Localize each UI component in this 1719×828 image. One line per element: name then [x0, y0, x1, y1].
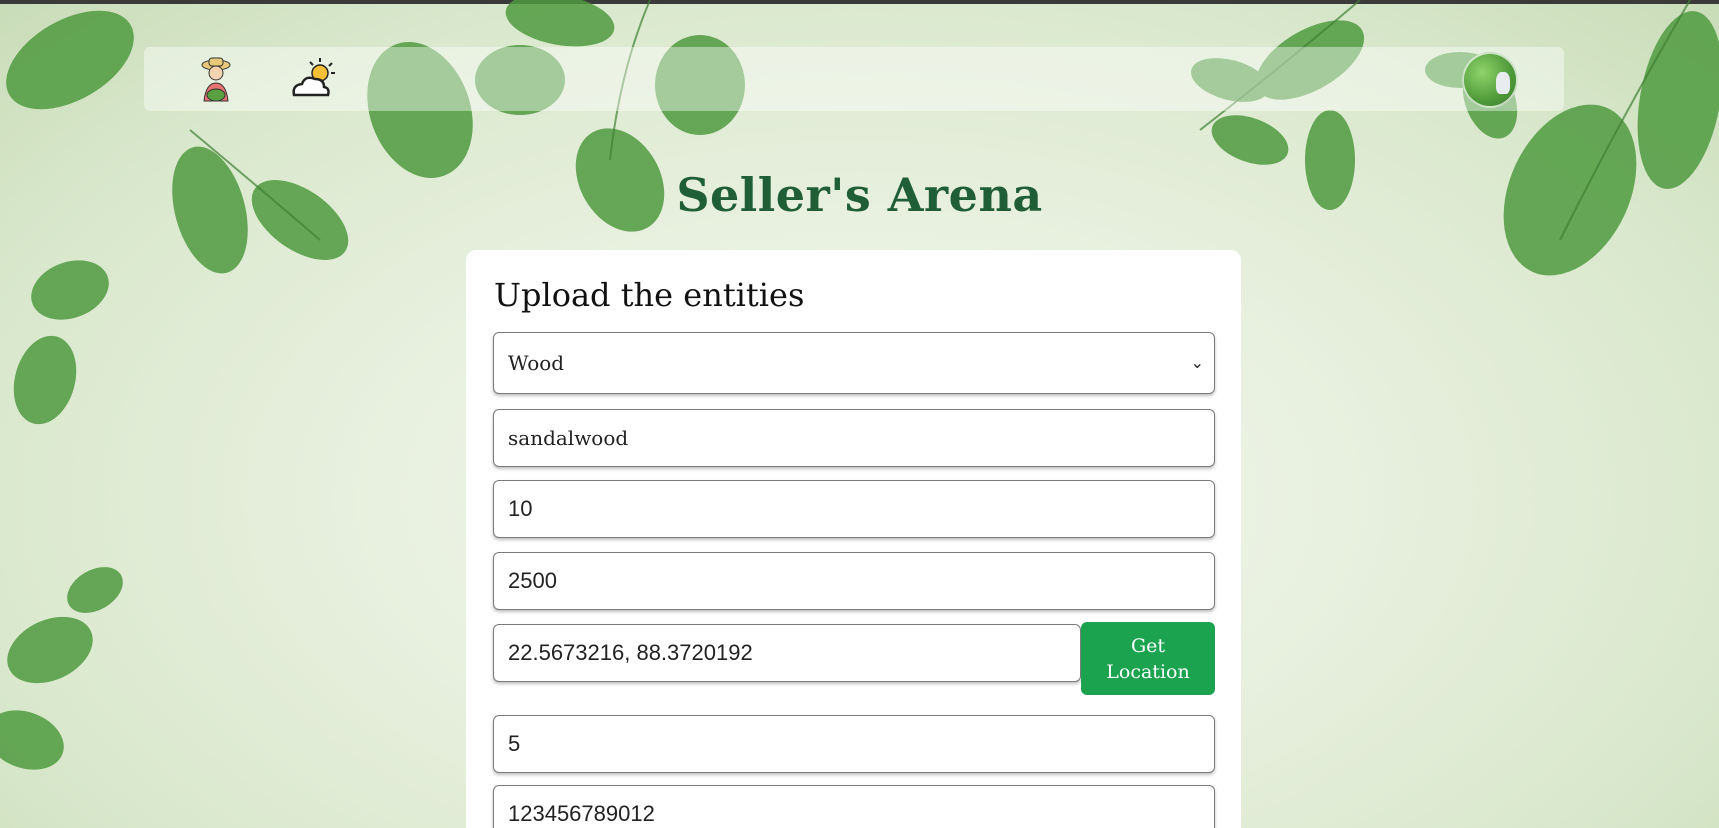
entity-name-value: sandalwood: [508, 426, 629, 450]
price-value: 2500: [508, 568, 557, 593]
quantity-field[interactable]: 10: [493, 480, 1215, 538]
farmer-icon[interactable]: [190, 53, 242, 105]
weather-icon[interactable]: [286, 55, 338, 107]
page-title: Seller's Arena: [676, 168, 1043, 222]
chevron-down-icon: ⌄: [1190, 353, 1204, 372]
location-field[interactable]: 22.5673216, 88.3720192: [493, 624, 1081, 682]
top-navbar: [144, 47, 1564, 111]
category-select[interactable]: Wood ⌄: [493, 332, 1215, 394]
entity-name-field[interactable]: sandalwood: [493, 409, 1215, 467]
price-field[interactable]: 2500: [493, 552, 1215, 610]
numeric-field-6-value: 5: [508, 731, 521, 756]
numeric-field-7-value: 123456789012: [508, 801, 655, 826]
profile-avatar[interactable]: [1462, 52, 1518, 108]
numeric-field-7[interactable]: 123456789012: [493, 785, 1215, 828]
category-selected-value: Wood: [508, 351, 565, 375]
get-location-button[interactable]: Get Location: [1081, 622, 1215, 695]
form-heading: Upload the entities: [494, 276, 805, 314]
quantity-value: 10: [508, 496, 533, 521]
upload-form-card: Upload the entities Wood ⌄ sandalwood 10…: [466, 250, 1241, 828]
location-value: 22.5673216, 88.3720192: [508, 640, 753, 665]
numeric-field-6[interactable]: 5: [493, 715, 1215, 773]
